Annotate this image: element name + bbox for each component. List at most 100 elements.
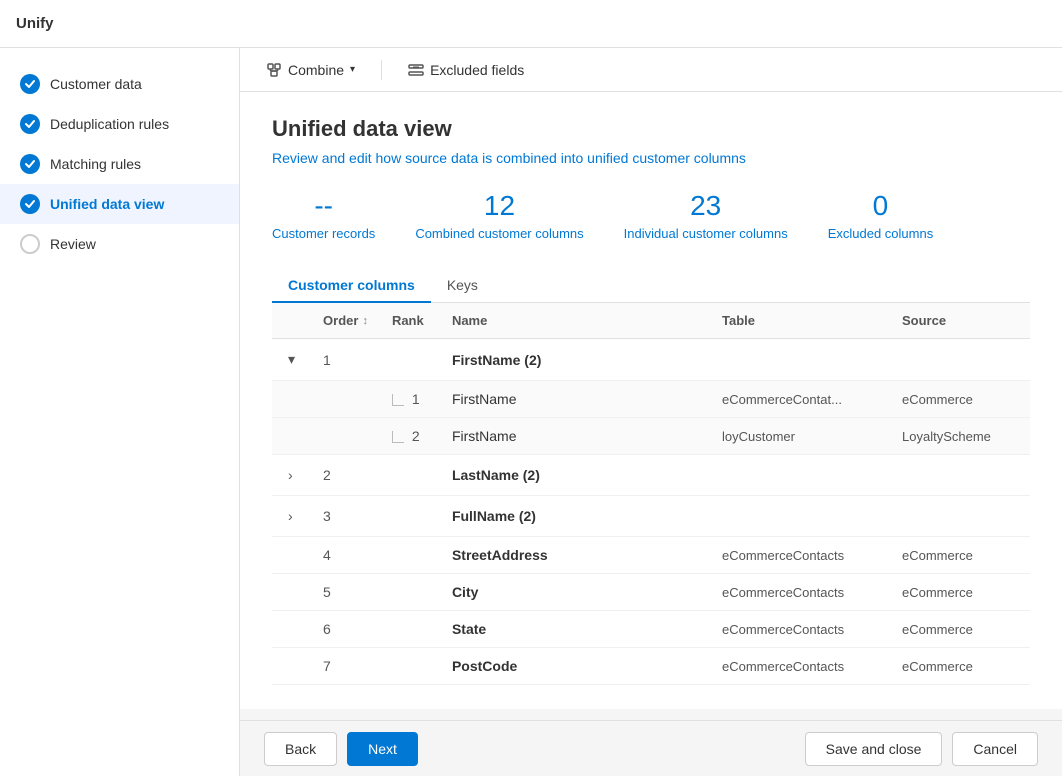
table-cell-1	[710, 339, 890, 381]
order-value-6: 6	[323, 621, 331, 637]
th-table: Table	[710, 303, 890, 339]
table-header: Order ↕ Rank Name Table	[272, 303, 1030, 339]
table-row: 5 City eCommerceContacts eCommerce	[272, 574, 1030, 611]
name-value-4: StreetAddress	[452, 547, 548, 563]
name-cell-1: FirstName (2)	[440, 339, 710, 381]
source-cell-sub2: LoyaltyScheme	[890, 418, 1030, 455]
expand-cell-3: ›	[272, 496, 311, 537]
table-cell-sub1: eCommerceContat...	[710, 381, 890, 418]
name-cell-sub1: FirstName	[440, 381, 710, 418]
order-value-7: 7	[323, 658, 331, 674]
group-name-3: FullName (2)	[452, 508, 536, 524]
sidebar-item-unified-data-view[interactable]: Unified data view	[0, 184, 239, 224]
source-cell-3	[890, 496, 1030, 537]
th-source: Source	[890, 303, 1030, 339]
table-row: 6 State eCommerceContacts eCommerce	[272, 611, 1030, 648]
check-icon-dedup	[20, 114, 40, 134]
order-cell-sub2	[311, 418, 380, 455]
footer-left: Back Next	[264, 732, 418, 766]
th-expand	[272, 303, 311, 339]
table-cell-3	[710, 496, 890, 537]
rank-cell-sub1: 1	[380, 381, 440, 418]
order-value-4: 4	[323, 547, 331, 563]
table-row: 1 FirstName eCommerceContat... eCommerce	[272, 381, 1030, 418]
order-cell-1: 1	[311, 339, 380, 381]
order-cell-sub1	[311, 381, 380, 418]
source-cell-1	[890, 339, 1030, 381]
table-row: 7 PostCode eCommerceContacts eCommerce	[272, 648, 1030, 685]
sidebar-item-deduplication-rules[interactable]: Deduplication rules	[0, 104, 239, 144]
expand-cell-4	[272, 537, 311, 574]
source-cell-5: eCommerce	[890, 574, 1030, 611]
table-value-4: eCommerceContacts	[722, 548, 844, 563]
rank-cell-5	[380, 574, 440, 611]
excluded-fields-button[interactable]: Excluded fields	[398, 56, 534, 84]
th-order-label: Order	[323, 313, 358, 328]
table-cell-5: eCommerceContacts	[710, 574, 890, 611]
sidebar-label-deduplication: Deduplication rules	[50, 116, 169, 132]
cancel-button[interactable]: Cancel	[952, 732, 1038, 766]
expand-cell-1: ▾	[272, 339, 311, 381]
rank-cell-4	[380, 537, 440, 574]
tab-customer-columns[interactable]: Customer columns	[272, 269, 431, 303]
excluded-fields-icon	[408, 62, 424, 78]
source-cell-6: eCommerce	[890, 611, 1030, 648]
main-scroll-container[interactable]: Unified data view Review and edit how so…	[240, 92, 1062, 720]
sidebar-label-unified: Unified data view	[50, 196, 164, 212]
order-cell-6: 6	[311, 611, 380, 648]
combine-button[interactable]: Combine ▾	[256, 56, 365, 84]
combine-chevron-icon: ▾	[350, 64, 355, 75]
stat-value-combined: 12	[484, 190, 515, 222]
source-cell-4: eCommerce	[890, 537, 1030, 574]
stat-label-individual: Individual customer columns	[624, 226, 788, 241]
tree-line-1	[392, 394, 404, 406]
th-order: Order ↕	[311, 303, 380, 339]
excluded-fields-label: Excluded fields	[430, 62, 524, 78]
sidebar-label-matching: Matching rules	[50, 156, 141, 172]
th-name-label: Name	[452, 313, 487, 328]
expand-button-3[interactable]: ›	[284, 506, 297, 526]
stat-value-excluded: 0	[873, 190, 889, 222]
main-layout: Customer data Deduplication rules Matchi…	[0, 48, 1062, 776]
table-cell-4: eCommerceContacts	[710, 537, 890, 574]
order-value-1: 1	[323, 352, 331, 368]
stat-combined-columns: 12 Combined customer columns	[415, 190, 583, 241]
sidebar-item-customer-data[interactable]: Customer data	[0, 64, 239, 104]
order-cell-7: 7	[311, 648, 380, 685]
sidebar-item-matching-rules[interactable]: Matching rules	[0, 144, 239, 184]
expand-cell-sub2	[272, 418, 311, 455]
footer-right: Save and close Cancel	[805, 732, 1038, 766]
check-icon-matching	[20, 154, 40, 174]
th-table-label: Table	[722, 313, 755, 328]
tabs: Customer columns Keys	[272, 269, 1030, 303]
top-bar: Unify	[0, 0, 1062, 48]
rank-cell-3	[380, 496, 440, 537]
source-value-7: eCommerce	[902, 659, 973, 674]
stat-value-customer-records: --	[314, 190, 333, 222]
name-cell-7: PostCode	[440, 648, 710, 685]
table-cell-2	[710, 455, 890, 496]
tree-line-2	[392, 431, 404, 443]
name-value-sub2: FirstName	[452, 428, 517, 444]
back-button[interactable]: Back	[264, 732, 337, 766]
tab-keys[interactable]: Keys	[431, 269, 494, 303]
expand-button-2[interactable]: ›	[284, 465, 297, 485]
sidebar-label-customer-data: Customer data	[50, 76, 142, 92]
name-cell-4: StreetAddress	[440, 537, 710, 574]
order-value-3: 3	[323, 508, 331, 524]
rank-value-sub2: 2	[412, 428, 420, 444]
order-cell-5: 5	[311, 574, 380, 611]
name-value-7: PostCode	[452, 658, 517, 674]
table-row: 2 FirstName loyCustomer LoyaltyScheme	[272, 418, 1030, 455]
data-table: Order ↕ Rank Name Table	[272, 303, 1030, 685]
sidebar-item-review[interactable]: Review	[0, 224, 239, 264]
source-value-6: eCommerce	[902, 622, 973, 637]
name-cell-2: LastName (2)	[440, 455, 710, 496]
next-button[interactable]: Next	[347, 732, 418, 766]
collapse-button-1[interactable]: ▾	[284, 349, 299, 370]
th-rank-label: Rank	[392, 313, 424, 328]
save-close-button[interactable]: Save and close	[805, 732, 943, 766]
content-area: Combine ▾ Excluded fields Unified data v…	[240, 48, 1062, 776]
table-header-row: Order ↕ Rank Name Table	[272, 303, 1030, 339]
rank-cell-7	[380, 648, 440, 685]
